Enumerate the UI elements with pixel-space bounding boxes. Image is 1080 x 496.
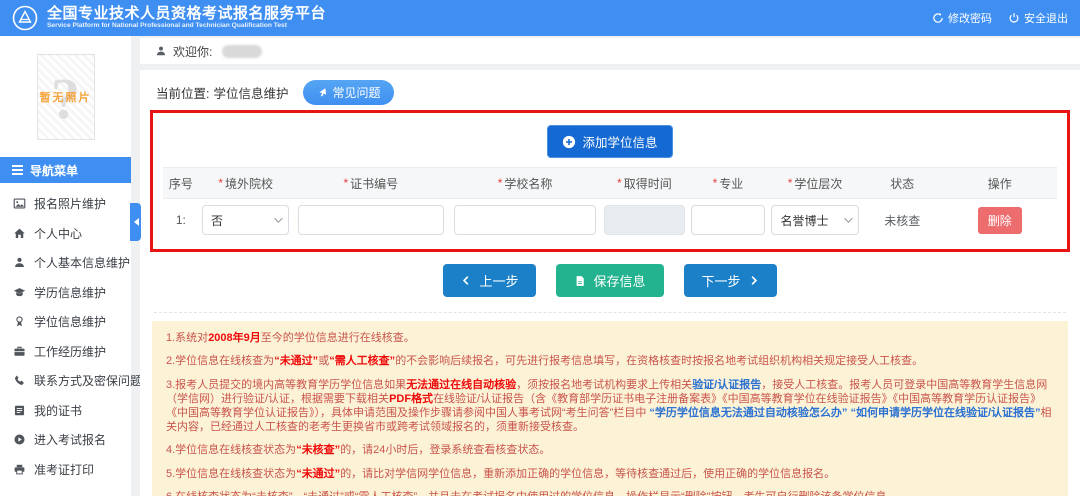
top-header: 全国专业技术人员资格考试报名服务平台 Service Platform for … — [0, 0, 1080, 36]
obtain-time-input[interactable] — [604, 205, 685, 235]
col-header-school-name: *学校名称 — [449, 175, 601, 192]
user-icon — [13, 256, 26, 269]
next-step-button[interactable]: 下一步 — [684, 264, 777, 297]
col-header-certificate-no: *证书编号 — [293, 175, 449, 192]
briefcase-icon — [13, 345, 26, 358]
page-subtitle: Service Platform for National Profession… — [47, 23, 312, 30]
sidebar-item-print-admission[interactable]: 准考证打印 — [0, 455, 131, 485]
required-asterisk: * — [617, 176, 622, 190]
sidebar-item-enter-registration[interactable]: 进入考试报名 — [0, 425, 131, 455]
user-icon — [155, 45, 167, 57]
certificate-no-input[interactable] — [298, 205, 443, 235]
content-card: 当前位置:学位信息维护 常见问题 添加学位信息 序号 *境外院校 — [140, 70, 1080, 496]
screen: 全国专业技术人员资格考试报名服务平台 Service Platform for … — [0, 0, 1080, 496]
enter-icon — [13, 433, 26, 446]
chevron-down-icon — [844, 214, 852, 222]
col-header-index: 序号 — [163, 175, 199, 192]
pointer-icon — [316, 86, 328, 98]
degree-level-select[interactable]: 名誉博士 — [771, 205, 858, 235]
sidebar-item-work-history[interactable]: 工作经历维护 — [0, 337, 131, 367]
row-index: 1: — [163, 213, 199, 227]
print-icon — [13, 463, 26, 476]
sidebar-item-education-info[interactable]: 学历信息维护 — [0, 278, 131, 308]
sidebar-item-photo-maintain[interactable]: 报名照片维护 — [0, 189, 131, 219]
chevron-down-icon — [274, 214, 282, 222]
status-badge: 未核查 — [884, 212, 920, 229]
notice-box: 1.系统对2008年9月至今的学位信息进行在线核查。 2.学位信息在线核查为“未… — [152, 321, 1068, 496]
required-asterisk: * — [498, 176, 503, 190]
sidebar-item-basic-info[interactable]: 个人基本信息维护 — [0, 248, 131, 278]
table-row: 1: 否 名誉博士 — [163, 199, 1057, 241]
divider — [154, 312, 1066, 313]
faq-button[interactable]: 常见问题 — [303, 80, 394, 105]
sidebar-item-my-certificates[interactable]: 我的证书 — [0, 396, 131, 426]
logout-link[interactable]: 安全退出 — [1008, 10, 1068, 26]
notice-item-4: 4.学位信息在线核查状态为“未核查”的，请24小时后，登录系统查看核查状态。 — [166, 444, 1054, 458]
plus-circle-icon — [562, 135, 576, 149]
page-title: 全国专业技术人员资格考试报名服务平台 — [47, 6, 326, 23]
degree-info-annotated-section: 添加学位信息 序号 *境外院校 *证书编号 *学校名称 *取得时间 *专业 *学… — [150, 110, 1070, 252]
platform-logo-icon — [12, 5, 38, 31]
notice-item-3: 3.报考人员提交的境内高等教育学历学位信息如果无法通过在线自动核验，须按报名地考… — [166, 379, 1054, 435]
add-degree-button[interactable]: 添加学位信息 — [547, 125, 672, 158]
refresh-icon — [932, 12, 944, 24]
collapse-arrow-icon — [130, 218, 139, 226]
col-header-degree-level: *学位层次 — [768, 175, 862, 192]
breadcrumb: 当前位置:学位信息维护 — [156, 83, 289, 102]
sidebar-item-degree-info[interactable]: 学位信息维护 — [0, 307, 131, 337]
prev-step-button[interactable]: 上一步 — [443, 264, 536, 297]
delete-button[interactable]: 删除 — [978, 207, 1022, 234]
sidebar-item-personal-center[interactable]: 个人中心 — [0, 219, 131, 249]
power-icon — [1008, 12, 1020, 24]
col-header-obtain-time: *取得时间 — [601, 175, 688, 192]
col-header-status: 状态 — [862, 175, 942, 192]
chevron-left-icon — [461, 275, 472, 286]
notice-item-1: 1.系统对2008年9月至今的学位信息进行在线核查。 — [166, 332, 1054, 346]
chevron-right-icon — [748, 275, 759, 286]
sidebar-menu: 报名照片维护 个人中心 个人基本信息维护 学历信息维护 学位信息维护 工作经历维… — [0, 183, 131, 484]
overseas-select[interactable]: 否 — [202, 205, 289, 235]
col-header-overseas: *境外院校 — [199, 175, 293, 192]
sidebar-collapse-handle[interactable] — [130, 203, 141, 241]
main-content: 欢迎你: 当前位置:学位信息维护 常见问题 添加学位信息 — [140, 38, 1080, 496]
brand: 全国专业技术人员资格考试报名服务平台 Service Platform for … — [47, 6, 326, 30]
photo-placeholder: ? 暂无照片 — [37, 54, 95, 140]
username-redacted — [222, 45, 262, 58]
save-file-icon — [574, 275, 586, 287]
save-info-button[interactable]: 保存信息 — [556, 264, 663, 297]
home-icon — [13, 227, 26, 240]
certificate-icon — [13, 404, 26, 417]
notice-item-6: 6.在线核查状态为“未核查”、“未通过”或“需人工核查”，并且未在考试报名中使用… — [166, 491, 1054, 496]
degree-icon — [13, 315, 26, 328]
sidebar-item-contact-security[interactable]: 联系方式及密保问题 — [0, 366, 131, 396]
welcome-label: 欢迎你: — [173, 43, 212, 60]
no-photo-label: 暂无照片 — [40, 89, 92, 105]
required-asterisk: * — [218, 176, 223, 190]
phone-icon — [13, 374, 26, 387]
col-header-actions: 操作 — [942, 175, 1056, 192]
table-header-row: 序号 *境外院校 *证书编号 *学校名称 *取得时间 *专业 *学位层次 状态 … — [163, 167, 1057, 199]
school-name-input[interactable] — [454, 205, 595, 235]
hamburger-icon — [12, 165, 23, 175]
major-input[interactable] — [691, 205, 766, 235]
change-password-link[interactable]: 修改密码 — [932, 10, 992, 26]
photo-icon — [13, 197, 26, 210]
education-icon — [13, 286, 26, 299]
required-asterisk: * — [788, 176, 793, 190]
col-header-major: *专业 — [688, 175, 768, 192]
notice-item-2: 2.学位信息在线核查为“未通过”或“需人工核查”的不会影响后续报名，可先进行报考… — [166, 355, 1054, 369]
nav-menu-header[interactable]: 导航菜单 — [0, 157, 131, 183]
notice-item-5: 5.学位信息在线核查状态为“未通过”的，请比对学信网学位信息，重新添加正确的学位… — [166, 468, 1054, 482]
welcome-bar: 欢迎你: — [140, 38, 1080, 64]
required-asterisk: * — [343, 176, 348, 190]
required-asterisk: * — [713, 176, 718, 190]
sidebar: ? 暂无照片 导航菜单 报名照片维护 个人中心 个人基本信息维护 学历信息维护 — [0, 36, 131, 496]
